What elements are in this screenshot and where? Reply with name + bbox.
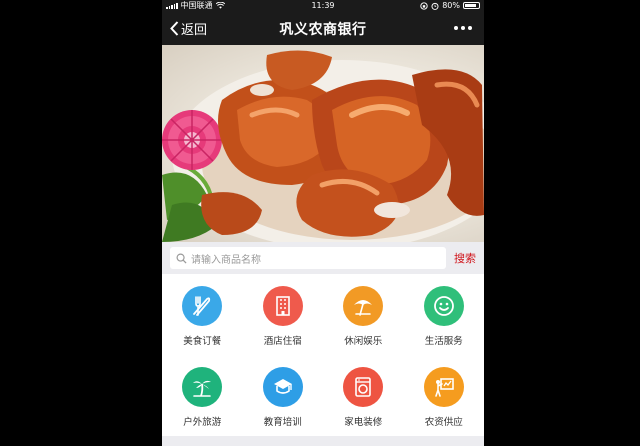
battery-percent: 80% [442, 1, 460, 10]
nav-bar: 返回 巩义农商银行 [162, 11, 484, 45]
battery-icon [463, 2, 480, 9]
category-appliances[interactable]: 家电装修 [323, 355, 404, 436]
category-grid: 美食订餐 酒店住宿 休闲娱乐 生活服务 户外旅游 教育培训 家电装修 农资供应 [162, 274, 484, 436]
category-label: 酒店住宿 [263, 336, 302, 347]
alarm-icon [431, 2, 439, 10]
category-farm-supply[interactable]: 农资供应 [404, 355, 485, 436]
promo-banner[interactable] [162, 45, 484, 242]
farm-supply-icon [423, 367, 464, 407]
palm-tree-icon [182, 367, 223, 407]
phone-screen: 中国联通 11:39 80% 返回 巩义农商银行 请输入商品名称 搜索 美食订餐… [162, 0, 484, 446]
status-bar: 中国联通 11:39 80% [162, 0, 484, 11]
category-label: 农资供应 [424, 417, 463, 428]
umbrella-icon [343, 286, 384, 326]
category-food[interactable]: 美食订餐 [162, 274, 243, 355]
search-icon [176, 253, 187, 264]
education-icon [262, 367, 303, 407]
utensils-icon [182, 286, 223, 326]
category-label: 家电装修 [344, 417, 383, 428]
search-placeholder: 请输入商品名称 [191, 254, 261, 266]
category-label: 生活服务 [424, 336, 463, 347]
category-life-service[interactable]: 生活服务 [404, 274, 485, 355]
category-leisure[interactable]: 休闲娱乐 [323, 274, 404, 355]
category-label: 户外旅游 [183, 417, 222, 428]
more-options-button[interactable] [454, 26, 472, 30]
washing-machine-icon [343, 367, 384, 407]
search-button[interactable]: 搜索 [454, 250, 476, 266]
category-label: 教育培训 [263, 417, 302, 428]
category-hotel[interactable]: 酒店住宿 [243, 274, 324, 355]
rotation-lock-icon [420, 1, 428, 10]
category-education[interactable]: 教育培训 [243, 355, 324, 436]
search-bar: 请输入商品名称 搜索 [162, 242, 484, 274]
hotel-icon [262, 286, 303, 326]
category-label: 美食订餐 [183, 336, 222, 347]
bottom-spacer [162, 436, 484, 446]
braised-pork-image [162, 50, 484, 242]
smiley-icon [423, 286, 464, 326]
status-right: 80% [420, 0, 480, 11]
page-title: 巩义农商银行 [279, 22, 367, 38]
category-label: 休闲娱乐 [344, 336, 383, 347]
category-outdoor-travel[interactable]: 户外旅游 [162, 355, 243, 436]
search-input[interactable]: 请输入商品名称 [170, 247, 446, 269]
